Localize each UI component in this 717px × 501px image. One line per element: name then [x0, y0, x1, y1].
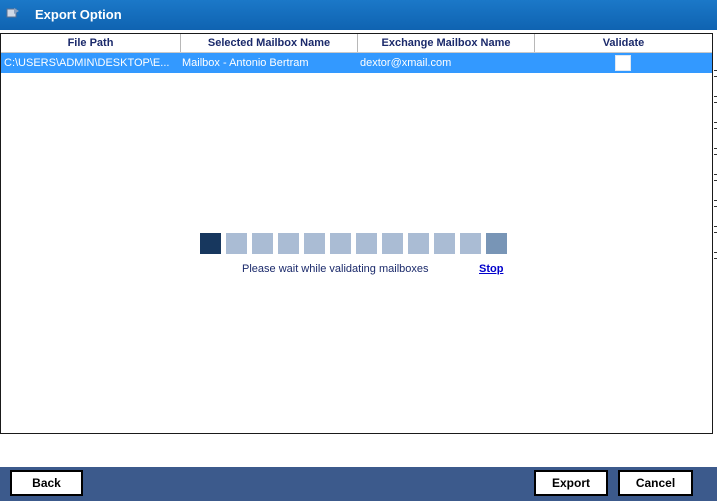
progress-segment [200, 233, 221, 254]
progress-segment [278, 233, 299, 254]
stop-link[interactable]: Stop [479, 263, 503, 275]
scrollbar-edge [713, 66, 717, 466]
cancel-button[interactable]: Cancel [618, 470, 693, 496]
exchange-mailbox-cell[interactable]: dextor@xmail.com [360, 53, 534, 73]
progress-segment [226, 233, 247, 254]
progress-message: Please wait while validating mailboxes [242, 263, 429, 275]
progress-segment [356, 233, 377, 254]
progress-segment [252, 233, 273, 254]
back-button[interactable]: Back [10, 470, 83, 496]
grid-header: File Path Selected Mailbox Name Exchange… [1, 34, 712, 53]
progress-segment [408, 233, 429, 254]
progress-segment [460, 233, 481, 254]
column-header-file-path[interactable]: File Path [1, 34, 181, 52]
progress-segment [304, 233, 325, 254]
progress-segment [434, 233, 455, 254]
title-bar: Export Option [0, 0, 717, 30]
column-header-selected-mailbox[interactable]: Selected Mailbox Name [181, 34, 358, 52]
column-header-exchange-mailbox[interactable]: Exchange Mailbox Name [358, 34, 535, 52]
progress-segment [382, 233, 403, 254]
table-row[interactable]: C:\USERS\ADMIN\DESKTOP\E... Mailbox - An… [1, 53, 712, 73]
file-path-cell: C:\USERS\ADMIN\DESKTOP\E... [4, 57, 170, 69]
validate-checkbox[interactable] [615, 55, 631, 71]
column-header-validate[interactable]: Validate [535, 34, 712, 52]
progress-segment [330, 233, 351, 254]
selected-mailbox-cell: Mailbox - Antonio Bertram [182, 57, 309, 69]
content-area: File Path Selected Mailbox Name Exchange… [0, 30, 717, 467]
progress-segment [486, 233, 507, 254]
footer-bar: Back Export Cancel [0, 467, 717, 501]
export-button[interactable]: Export [534, 470, 608, 496]
export-app-icon [6, 8, 19, 18]
window-title: Export Option [35, 7, 122, 22]
progress-indicator [200, 233, 510, 254]
mailbox-grid: File Path Selected Mailbox Name Exchange… [0, 33, 713, 434]
